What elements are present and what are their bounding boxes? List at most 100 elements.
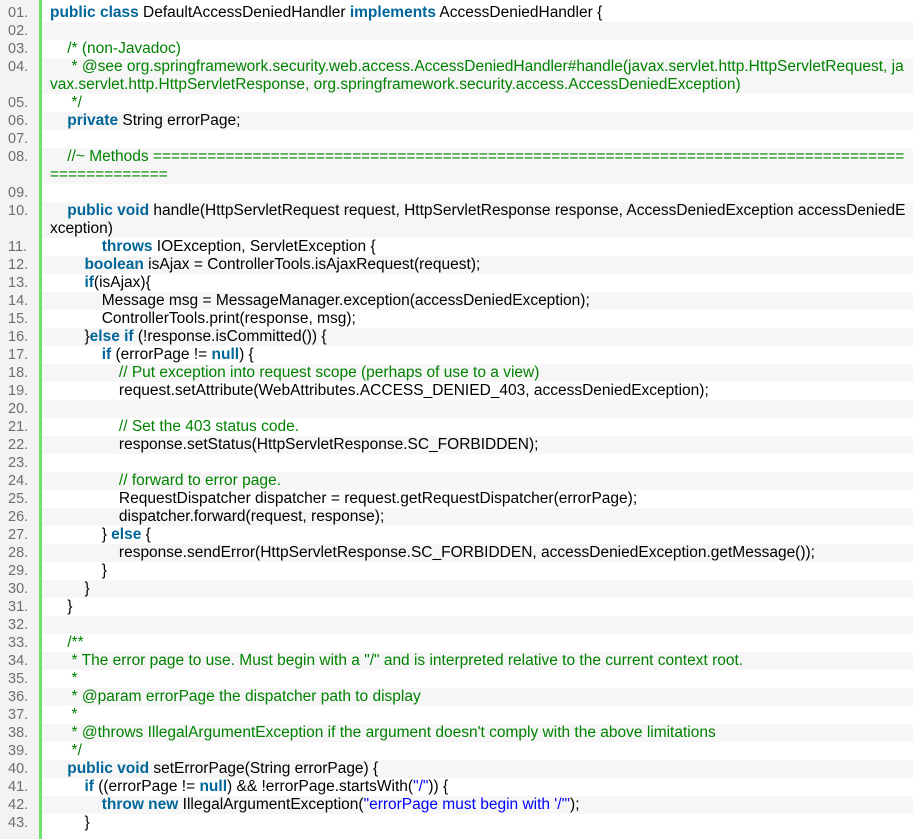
code-line: 24. // forward to error page.: [0, 472, 913, 490]
line-number: 17.: [8, 347, 29, 363]
code-line: 32.: [0, 616, 913, 634]
code-token: setErrorPage(String errorPage) {: [149, 760, 379, 777]
code-token: // Set the 403 status code.: [50, 418, 299, 435]
line-number: 24.: [8, 473, 29, 489]
code-line: 06. private String errorPage;: [0, 112, 913, 130]
code-text: }: [42, 580, 913, 598]
code-token: RequestDispatcher dispatcher = request.g…: [50, 490, 638, 507]
line-number: 12.: [8, 257, 29, 273]
code-token: dispatcher.forward(request, response);: [50, 508, 385, 525]
code-text: public class DefaultAccessDeniedHandler …: [42, 4, 913, 22]
code-token: private: [67, 112, 119, 129]
code-line: 37. *: [0, 706, 913, 724]
line-number: 10.: [8, 203, 29, 219]
code-text: public void setErrorPage(String errorPag…: [42, 760, 913, 778]
line-number: 23.: [8, 455, 29, 471]
code-text: }: [42, 814, 913, 832]
code-text: * @see org.springframework.security.web.…: [42, 58, 913, 94]
code-token: (errorPage !=: [111, 346, 212, 363]
code-text: response.sendError(HttpServletResponse.S…: [42, 544, 913, 562]
code-line: 01. public class DefaultAccessDeniedHandl…: [0, 4, 913, 22]
code-line: 09.: [0, 184, 913, 202]
code-text: if(isAjax){: [42, 274, 913, 292]
code-token: * @see org.springframework.security.web.…: [50, 58, 904, 93]
code-token: handle(HttpServletRequest request, HttpS…: [50, 202, 906, 237]
code-line: 08. //~ Methods ========================…: [0, 148, 913, 184]
code-token: * @param errorPage the dispatcher path t…: [50, 688, 421, 705]
code-text: request.setAttribute(WebAttributes.ACCES…: [42, 382, 913, 400]
line-number: 35.: [8, 671, 29, 687]
line-number: 43.: [8, 815, 29, 831]
line-number: 26.: [8, 509, 29, 525]
code-line: 04. * @see org.springframework.security.…: [0, 58, 913, 94]
code-line: 40. public void setErrorPage(String erro…: [0, 760, 913, 778]
code-line: 29. }: [0, 562, 913, 580]
code-token: DefaultAccessDeniedHandler: [138, 4, 350, 21]
code-text: */: [42, 742, 913, 760]
code-token: );: [570, 796, 580, 813]
code-token: }: [50, 562, 107, 579]
line-number: 28.: [8, 545, 29, 561]
code-token: if: [84, 274, 94, 291]
code-text: // Set the 403 status code.: [42, 418, 913, 436]
code-text: /**: [42, 634, 913, 652]
line-number: 15.: [8, 311, 29, 327]
line-number: 22.: [8, 437, 29, 453]
code-line: 10. public void handle(HttpServletReques…: [0, 202, 913, 238]
code-token: if: [84, 778, 94, 795]
code-token: }: [50, 580, 90, 597]
code-text: private String errorPage;: [42, 112, 913, 130]
line-number: 39.: [8, 743, 29, 759]
line-number: 30.: [8, 581, 29, 597]
code-text: if ((errorPage != null) && !errorPage.st…: [42, 778, 913, 796]
line-number: 36.: [8, 689, 29, 705]
line-number: 33.: [8, 635, 29, 651]
code-text: *: [42, 670, 913, 688]
line-number: 16.: [8, 329, 29, 345]
line-number: 18.: [8, 365, 29, 381]
code-text: if (errorPage != null) {: [42, 346, 913, 364]
code-line: 16. }else if (!response.isCommitted()) {: [0, 328, 913, 346]
code-token: implements: [349, 4, 436, 21]
code-line: 41. if ((errorPage != null) && !errorPag…: [0, 778, 913, 796]
line-number: 05.: [8, 95, 29, 111]
code-line: 12. boolean isAjax = ControllerTools.isA…: [0, 256, 913, 274]
line-number: 34.: [8, 653, 29, 669]
code-text: }: [42, 598, 913, 616]
code-text: [42, 22, 913, 40]
line-number: 13.: [8, 275, 29, 291]
code-token: * The error page to use. Must begin with…: [50, 652, 744, 669]
code-line: 14. Message msg = MessageManager.excepti…: [0, 292, 913, 310]
code-token: */: [50, 742, 82, 759]
code-line: 13. if(isAjax){: [0, 274, 913, 292]
line-number: 29.: [8, 563, 29, 579]
code-token: )) {: [428, 778, 449, 795]
code-token: /* (non-Javadoc): [50, 40, 181, 57]
line-number: 19.: [8, 383, 29, 399]
line-number: 40.: [8, 761, 29, 777]
code-text: */: [42, 94, 913, 112]
code-line: 36. * @param errorPage the dispatcher pa…: [0, 688, 913, 706]
code-line: 25. RequestDispatcher dispatcher = reque…: [0, 490, 913, 508]
code-token: public void: [67, 202, 150, 219]
line-number: 38.: [8, 725, 29, 741]
line-number: 08.: [8, 149, 29, 165]
line-number: 27.: [8, 527, 29, 543]
code-text: RequestDispatcher dispatcher = request.g…: [42, 490, 913, 508]
code-line: 20.: [0, 400, 913, 418]
line-number: 25.: [8, 491, 29, 507]
code-text: * @param errorPage the dispatcher path t…: [42, 688, 913, 706]
code-line: 43. }: [0, 814, 913, 832]
code-line: 27. } else {: [0, 526, 913, 544]
code-text: } else {: [42, 526, 913, 544]
code-text: boolean isAjax = ControllerTools.isAjaxR…: [42, 256, 913, 274]
code-text: response.setStatus(HttpServletResponse.S…: [42, 436, 913, 454]
code-line: 42. throw new IllegalArgumentException("…: [0, 796, 913, 814]
code-token: }: [50, 526, 112, 543]
